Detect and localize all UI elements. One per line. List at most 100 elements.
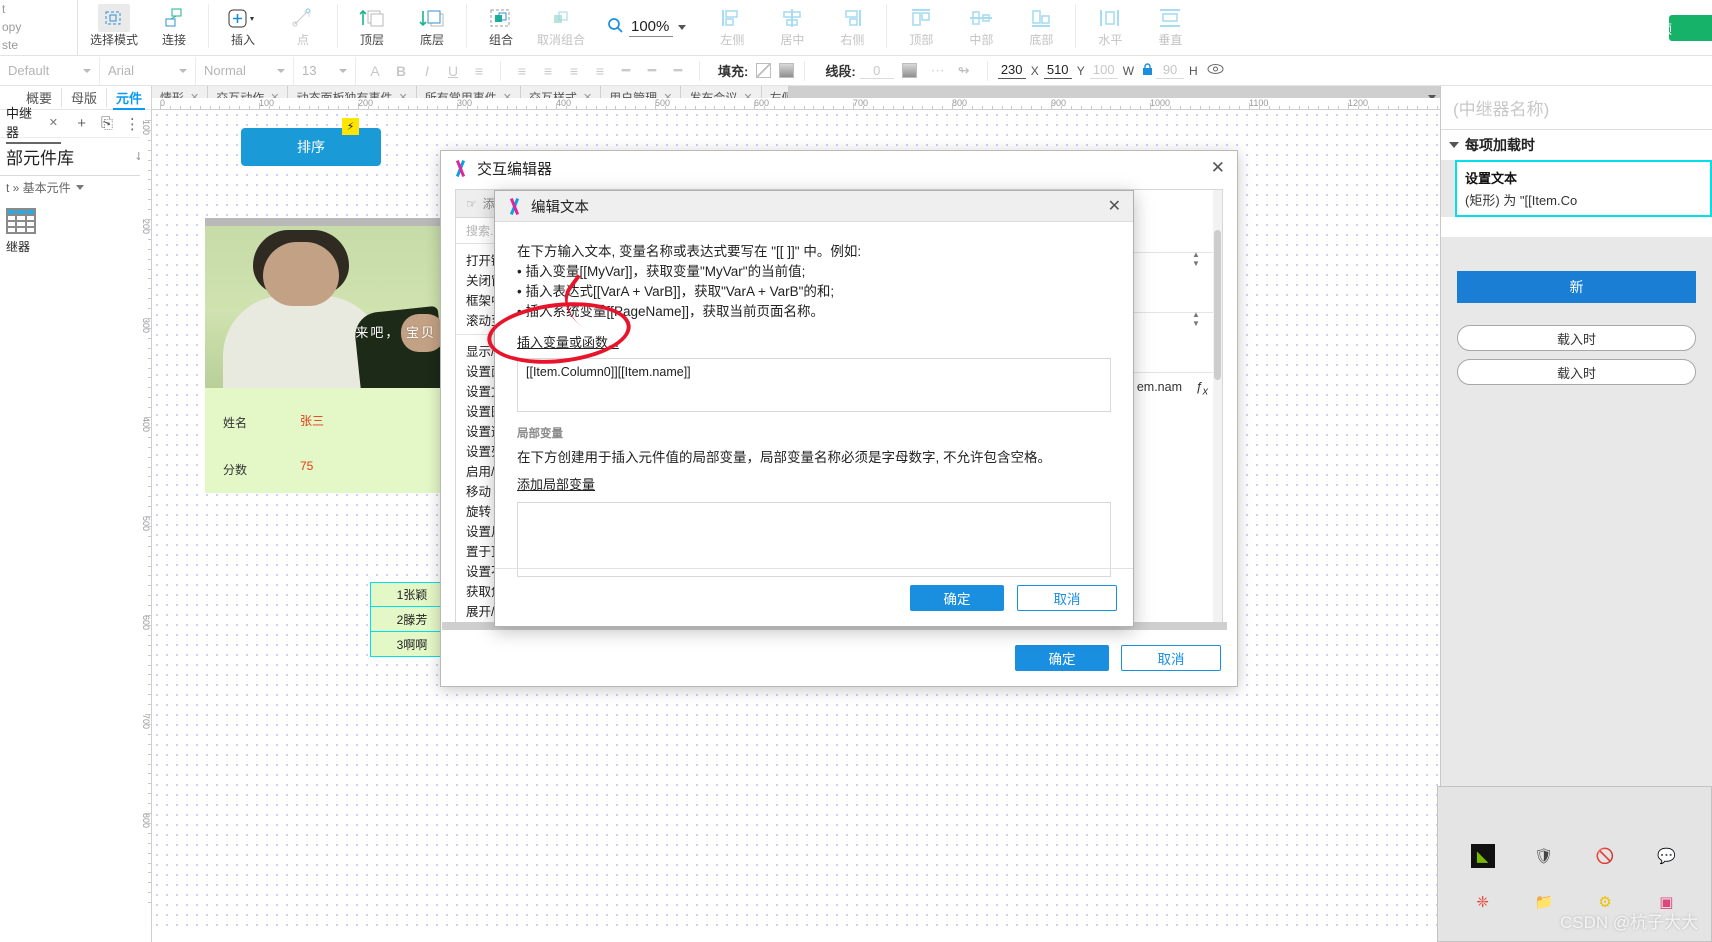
insert-variable-link[interactable]: 插入变量或函数...	[517, 332, 619, 351]
wechat-icon[interactable]: 💬	[1654, 844, 1678, 868]
valign-middle-icon[interactable]: ━	[639, 57, 665, 85]
repeater-name-input[interactable]: (中继器名称)	[1441, 86, 1712, 130]
close-icon[interactable]: ✕	[1211, 158, 1225, 178]
bullet-list-icon[interactable]: ≡	[466, 57, 492, 85]
ruler-tick	[148, 238, 151, 240]
photos-icon[interactable]: ❈	[1471, 890, 1495, 914]
new-interaction-button[interactable]: 新	[1457, 271, 1696, 303]
align-text-justify-icon[interactable]: ≡	[587, 57, 613, 85]
ruler-tick	[148, 525, 151, 527]
arrow-style-icon[interactable]: ↬	[951, 57, 977, 85]
outer-cancel-button[interactable]: 取消	[1121, 645, 1221, 671]
style-select[interactable]: Default	[0, 56, 100, 85]
interaction-case[interactable]: 设置文本 (矩形) 为 "[[Item.Co	[1455, 160, 1712, 217]
ungroup-button[interactable]: 取消组合	[531, 0, 591, 54]
send-to-back-button[interactable]: 底层	[402, 0, 462, 54]
stepper-2[interactable]: ▲ ▼	[1190, 310, 1202, 328]
sort-button-widget[interactable]: 排序	[241, 128, 381, 166]
widget-breadcrumb[interactable]: t » 基本元件	[0, 176, 151, 198]
align-right-button[interactable]: 右侧	[822, 0, 882, 54]
sidebar-tab-masters[interactable]: 母版	[60, 88, 106, 107]
outer-ok-button[interactable]: 确定	[1015, 645, 1109, 671]
ruler-tick	[1258, 106, 1260, 109]
bold-icon[interactable]: B	[388, 57, 414, 85]
repeater-chip[interactable]: 中继器 ✕	[6, 103, 61, 144]
nvidia-icon[interactable]: ◣	[1470, 844, 1495, 868]
group-button[interactable]: 组合	[471, 0, 531, 54]
event-section-header[interactable]: 每项加载时	[1441, 130, 1712, 160]
ruler-tick	[1110, 106, 1112, 109]
fx-icon[interactable]: ƒx	[1195, 379, 1208, 398]
valign-bottom-icon[interactable]: ━	[665, 57, 691, 85]
sync-icon[interactable]: ⚙	[1593, 890, 1617, 914]
select-mode-label: 选择模式	[89, 33, 138, 47]
config-scrollbar[interactable]	[1213, 190, 1222, 629]
event-pill-2-label: 载入时	[1556, 365, 1596, 381]
shield-warning-icon[interactable]: 🛡	[1532, 844, 1556, 868]
person-card[interactable]: 来吧， 宝贝 姓名 张三 分数 75	[205, 218, 440, 493]
no-entry-icon[interactable]: 🚫	[1593, 844, 1617, 868]
scrollbar-thumb[interactable]	[1214, 230, 1221, 380]
sidebar-tab-outline[interactable]: 概要	[17, 88, 61, 107]
local-variables-box[interactable]	[517, 502, 1111, 577]
line-style-icon[interactable]: ⋯	[925, 57, 951, 85]
line-width-input[interactable]: 0	[859, 63, 894, 79]
ruler-tick-label: 600	[141, 615, 151, 631]
add-icon[interactable]: +	[69, 112, 94, 136]
add-local-variable-link[interactable]: 添加局部变量	[517, 474, 595, 493]
point-button[interactable]: 点	[273, 0, 333, 54]
align-text-center-icon[interactable]: ≡	[535, 57, 561, 85]
distribute-horizontal-button[interactable]: 水平	[1080, 0, 1140, 54]
h-input[interactable]: 90	[1156, 62, 1185, 79]
widget-library-header[interactable]: 部元件库 ⇵	[0, 138, 151, 176]
app-icon[interactable]: ▣	[1654, 890, 1678, 914]
connect-button[interactable]: 连接	[144, 0, 204, 54]
select-mode-button[interactable]: 选择模式	[84, 0, 144, 54]
folder-icon[interactable]: 📁	[1532, 890, 1556, 914]
align-text-left-icon[interactable]: ≡	[509, 57, 535, 85]
sidebar-tab-widgets[interactable]: 元件	[105, 88, 151, 110]
event-pill-1[interactable]: 载入时	[1457, 325, 1696, 351]
insert-button[interactable]: 插入	[213, 0, 273, 54]
ruler-tick	[148, 486, 151, 488]
event-pill-2[interactable]: 载入时	[1457, 359, 1696, 385]
zoom-value[interactable]: 100%	[629, 18, 674, 37]
ruler-tick	[655, 103, 656, 109]
align-top-button[interactable]: 顶部	[891, 0, 951, 54]
align-middle-button[interactable]: 中部	[951, 0, 1011, 54]
inner-cancel-button[interactable]: 取消	[1017, 584, 1117, 611]
lock-icon[interactable]	[1142, 62, 1153, 79]
align-text-right-icon[interactable]: ≡	[561, 57, 587, 85]
ruler-tick	[1169, 106, 1171, 109]
y-input[interactable]: 510	[1043, 62, 1072, 79]
duplicate-icon[interactable]: ⎘	[94, 112, 119, 136]
close-icon[interactable]: ✕	[49, 116, 58, 129]
widget-item-repeater[interactable]: 继器	[0, 198, 151, 255]
align-bottom-button[interactable]: 底部	[1011, 0, 1071, 54]
eye-icon[interactable]	[1207, 63, 1224, 78]
weight-select[interactable]: Normal	[196, 56, 294, 85]
zoom-control[interactable]: 100%	[597, 0, 696, 54]
preview-button[interactable]	[1668, 15, 1712, 41]
font-select[interactable]: Arial	[100, 56, 196, 85]
font-color-icon[interactable]: A	[362, 57, 388, 85]
stepper-1[interactable]: ▲ ▼	[1190, 250, 1202, 268]
align-center-button[interactable]: 居中	[762, 0, 822, 54]
close-icon[interactable]: ✕	[1108, 196, 1121, 216]
ruler-tick	[1060, 106, 1062, 109]
text-expression-textarea[interactable]: [[Item.Column0]][[Item.name]]	[517, 358, 1111, 412]
chevron-down-icon[interactable]	[678, 24, 687, 30]
valign-top-icon[interactable]: ━	[613, 57, 639, 85]
inner-ok-button[interactable]: 确定	[910, 584, 1004, 611]
bring-to-front-button[interactable]: 顶层	[342, 0, 402, 54]
line-color-swatch[interactable]	[901, 63, 917, 78]
font-size-select[interactable]: 13	[294, 56, 356, 85]
x-input[interactable]: 230	[997, 62, 1026, 79]
w-input[interactable]: 100	[1089, 62, 1118, 79]
underline-icon[interactable]: U	[440, 57, 466, 85]
italic-icon[interactable]: I	[414, 57, 440, 85]
align-left-button[interactable]: 左侧	[702, 0, 762, 54]
fill-gradient-swatch[interactable]	[779, 63, 795, 78]
fill-color-swatch[interactable]	[756, 63, 772, 78]
distribute-vertical-button[interactable]: 垂直	[1140, 0, 1200, 54]
